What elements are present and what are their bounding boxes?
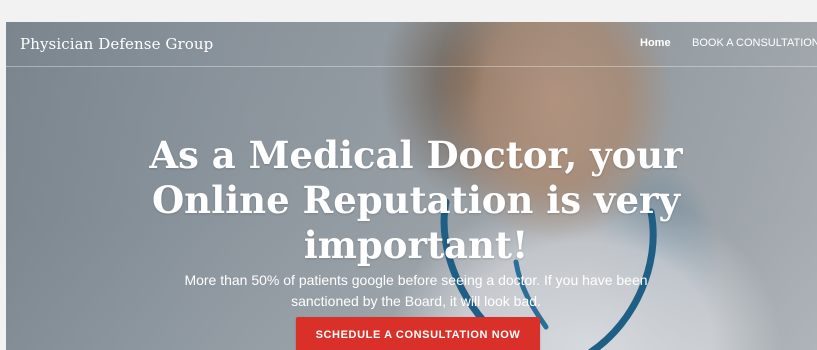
brand-logo-text[interactable]: Physician Defense Group	[20, 35, 213, 53]
nav-link-book-consultation[interactable]: BOOK A CONSULTATION	[692, 37, 817, 49]
schedule-consultation-button[interactable]: SCHEDULE A CONSULTATION NOW	[296, 317, 540, 350]
nav-link-home[interactable]: Home	[640, 37, 671, 49]
top-navbar: Physician Defense Group Home BOOK A CONS…	[6, 22, 817, 67]
hero-subtext: More than 50% of patients google before …	[184, 272, 648, 309]
browser-viewport: Physician Defense Group Home BOOK A CONS…	[0, 0, 817, 350]
hero-headline: As a Medical Doctor, your Online Reputat…	[149, 132, 683, 267]
hero-section: Physician Defense Group Home BOOK A CONS…	[6, 22, 817, 350]
